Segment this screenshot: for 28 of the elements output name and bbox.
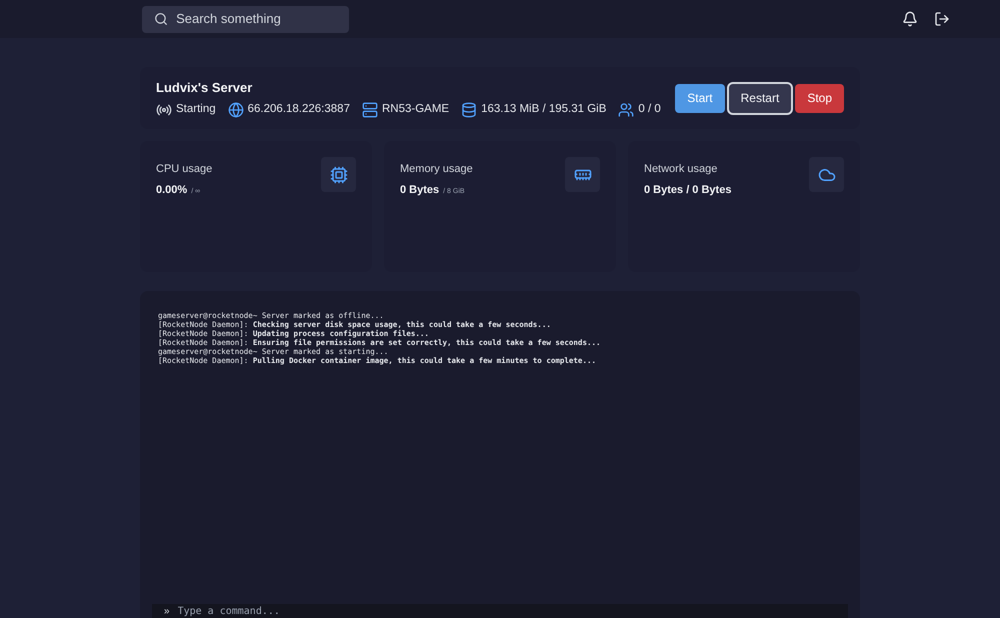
search-field[interactable]: Search something	[176, 9, 337, 29]
search-icon	[154, 11, 168, 27]
logout-icon[interactable]	[934, 11, 950, 27]
globe-icon	[228, 102, 244, 118]
usage-value: 0 Bytes	[400, 182, 440, 198]
signal-icon	[156, 102, 172, 118]
usage-value: 0 Bytes / 0 Bytes	[644, 182, 732, 198]
restart-button[interactable]: Restart	[728, 84, 792, 112]
usage-label: Memory usage	[400, 162, 473, 177]
server-detail: 66.206.18.226:3887	[248, 102, 350, 118]
notification-bell-icon[interactable]	[902, 11, 918, 27]
usage-label: CPU usage	[156, 162, 212, 177]
command-bar[interactable]: » Type a command...	[152, 604, 848, 618]
usage-value: 0.00%	[156, 182, 188, 198]
server-icon	[362, 102, 378, 118]
server-detail: 0 / 0	[638, 102, 661, 118]
stop-button[interactable]: Stop	[795, 84, 844, 112]
server-detail: RN53-GAME	[382, 102, 450, 118]
server-detail: 163.13 MiB / 195.31 GiB	[481, 102, 606, 118]
search-box[interactable]: Search something	[142, 6, 349, 32]
server-detail: Starting	[176, 102, 216, 118]
chip-icon	[330, 166, 348, 184]
server-name: Ludvix's Server	[156, 78, 254, 97]
usage-label: Network usage	[644, 162, 718, 177]
database-icon	[461, 102, 478, 118]
command-input-field[interactable]: Type a command...	[178, 606, 836, 618]
prompt-symbol: »	[164, 606, 170, 618]
users-icon	[618, 102, 634, 118]
